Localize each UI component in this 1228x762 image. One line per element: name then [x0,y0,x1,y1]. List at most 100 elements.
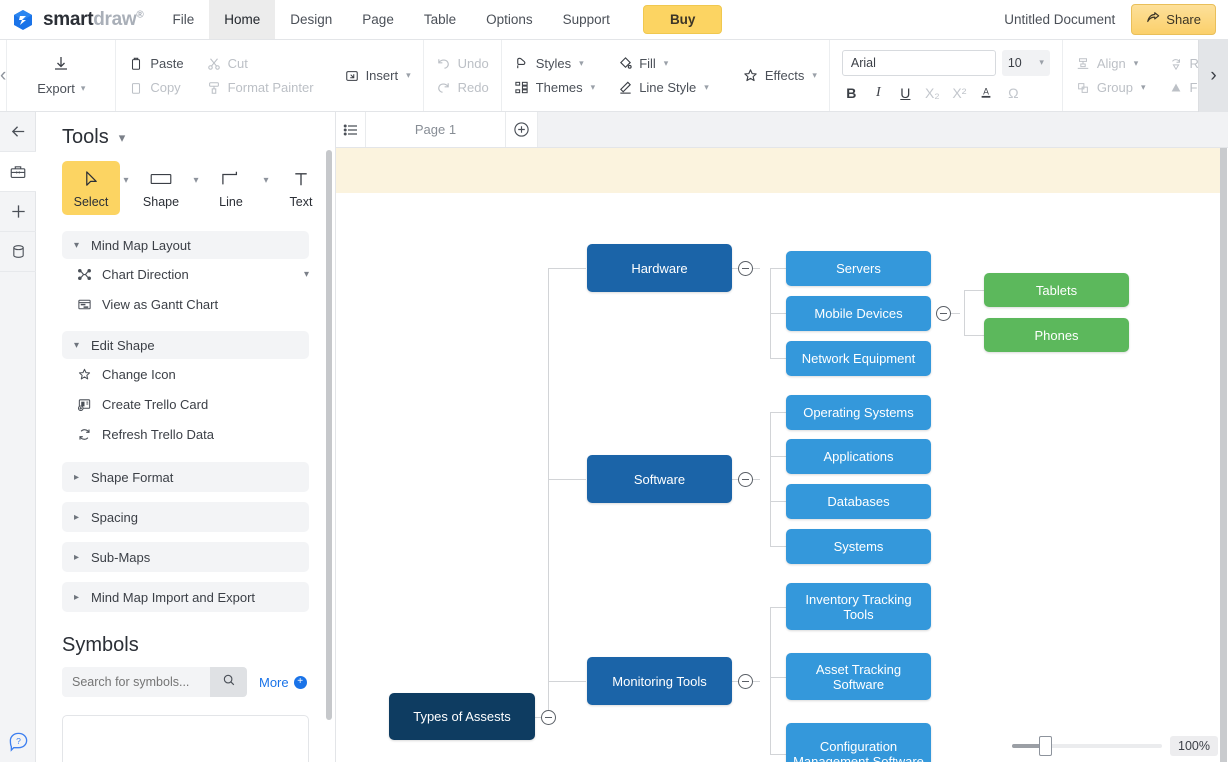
section-sub-maps[interactable]: ▸ Sub-Maps [62,542,309,572]
insert-button[interactable]: Insert ▾ [344,68,411,84]
toolbox-icon[interactable] [0,152,36,192]
menu-item-file[interactable]: File [157,0,209,39]
fill-icon [617,56,633,72]
node-software[interactable]: Software [587,455,732,503]
chevron-down-icon: ▾ [118,129,126,145]
document-title[interactable]: Untitled Document [1004,12,1115,27]
sidebar-item-view-as-gantt-chart[interactable]: View as Gantt Chart [36,289,335,319]
section-mind-map-layout[interactable]: ▾ Mind Map Layout [62,231,309,259]
sidebar-item-change-icon[interactable]: Change Icon [36,359,335,389]
help-icon[interactable]: ? [8,731,29,752]
section-edit-shape[interactable]: ▾ Edit Shape [62,331,309,359]
font-row: 10 ▾ [841,49,1050,76]
zoom-slider[interactable] [1012,736,1163,756]
more-symbols-link[interactable]: More + [259,675,307,690]
collapse-toggle-software[interactable] [738,472,753,487]
shape-tool-dropdown-icon[interactable]: ▾ [190,161,202,186]
node-configuration-management-software[interactable]: Configuration Management Software [786,723,931,762]
add-plus-icon[interactable] [0,192,36,232]
menu-item-support[interactable]: Support [548,0,625,39]
panel-scrollbar[interactable] [326,150,332,720]
node-databases[interactable]: Databases [786,484,931,519]
themes-button[interactable]: Themes ▾ [514,80,595,96]
tools-panel-title[interactable]: Tools ▾ [36,112,335,159]
styles-button[interactable]: Styles ▾ [514,56,596,72]
menu-item-options[interactable]: Options [471,0,548,39]
export-button[interactable]: Export ▾ [19,55,103,96]
canvas-area: Page 1 Types of Assests Hardware Softwar… [336,112,1228,762]
node-servers[interactable]: Servers [786,251,931,286]
tool-line[interactable]: Line [202,161,260,215]
underline-button[interactable]: U [898,85,913,101]
collapse-toggle-mobile-devices[interactable] [936,306,951,321]
node-phones[interactable]: Phones [984,318,1129,352]
page-list-icon[interactable] [336,112,366,147]
line-style-button[interactable]: Line Style ▾ [617,80,709,96]
bold-button[interactable]: B [844,85,859,101]
brand-smart-text: smart [43,8,94,30]
tool-text[interactable]: Text [272,161,330,215]
node-mobile-devices[interactable]: Mobile Devices [786,296,931,331]
text-color-button[interactable]: A [979,85,994,102]
search-button[interactable] [210,667,247,697]
add-page-icon[interactable] [506,112,538,147]
tool-line-label: Line [219,195,243,209]
styles-icon [514,56,530,72]
back-arrow-icon[interactable] [0,112,36,152]
node-applications[interactable]: Applications [786,439,931,474]
section-shape-format[interactable]: ▸ Shape Format [62,462,309,492]
canvas-vertical-scrollbar[interactable] [1220,148,1227,762]
node-hardware[interactable]: Hardware [587,244,732,292]
themes-label: Themes [535,80,583,95]
connector-phones [964,335,986,336]
node-inventory-tracking-tools[interactable]: Inventory Tracking Tools [786,583,931,630]
node-systems[interactable]: Systems [786,529,931,564]
font-size-select[interactable]: 10 ▾ [1001,49,1050,76]
ribbon-scroll-left-button[interactable]: ‹ [0,40,8,111]
collapse-toggle-hardware[interactable] [738,261,753,276]
ribbon-group-format: Styles ▾ Themes ▾ Fill ▾ Line Style ▾ Ef… [500,40,829,111]
ribbon-scroll-right-button[interactable]: › [1198,40,1228,112]
sidebar-item-chart-direction[interactable]: Chart Direction ▾ [36,259,335,289]
collapse-toggle-monitoring[interactable] [738,674,753,689]
tool-shape[interactable]: Shape [132,161,190,215]
font-family-input[interactable] [841,49,996,76]
diagram-canvas[interactable]: Types of Assests Hardware Software Monit… [336,148,1228,762]
tool-select[interactable]: Select [62,161,120,215]
effects-button[interactable]: Effects ▾ [743,68,817,84]
line-tool-dropdown-icon[interactable]: ▾ [260,161,272,186]
select-tool-dropdown-icon[interactable]: ▾ [120,161,132,186]
node-monitoring-tools[interactable]: Monitoring Tools [587,657,732,705]
section-spacing[interactable]: ▸ Spacing [62,502,309,532]
menu-item-page[interactable]: Page [347,0,409,39]
node-asset-tracking-software[interactable]: Asset Tracking Software [786,653,931,700]
node-tablets[interactable]: Tablets [984,273,1129,307]
database-icon[interactable] [0,232,36,272]
page-tab-page-1[interactable]: Page 1 [366,112,506,147]
chevron-right-icon: ▸ [74,511,80,523]
paste-button[interactable]: Paste [128,56,184,72]
section-mind-map-import-export[interactable]: ▸ Mind Map Import and Export [62,582,309,612]
node-root[interactable]: Types of Assests [389,693,535,740]
menu-item-table[interactable]: Table [409,0,471,39]
scissors-icon [206,56,222,72]
search-input[interactable] [62,667,210,697]
collapse-toggle-root[interactable] [541,710,556,725]
connector-inventory [770,607,786,608]
brand-logo-area[interactable]: smartdraw® [0,0,157,39]
sidebar-item-refresh-trello-data[interactable]: Refresh Trello Data [36,419,335,449]
zoom-slider-thumb[interactable] [1039,736,1053,756]
text-icon [292,168,310,190]
node-network-equipment[interactable]: Network Equipment [786,341,931,376]
share-button[interactable]: Share [1131,4,1216,35]
symbols-results-box [62,715,309,762]
node-operating-systems[interactable]: Operating Systems [786,395,931,430]
buy-button[interactable]: Buy [642,5,723,34]
menu-item-home[interactable]: Home [209,0,276,39]
fill-button[interactable]: Fill ▾ [617,56,709,72]
sidebar-item-create-trello-card[interactable]: Create Trello Card [36,389,335,419]
italic-button[interactable]: I [871,85,886,101]
superscript-button: X² [952,85,967,101]
zoom-level-value[interactable]: 100% [1170,736,1218,756]
menu-item-design[interactable]: Design [275,0,347,39]
